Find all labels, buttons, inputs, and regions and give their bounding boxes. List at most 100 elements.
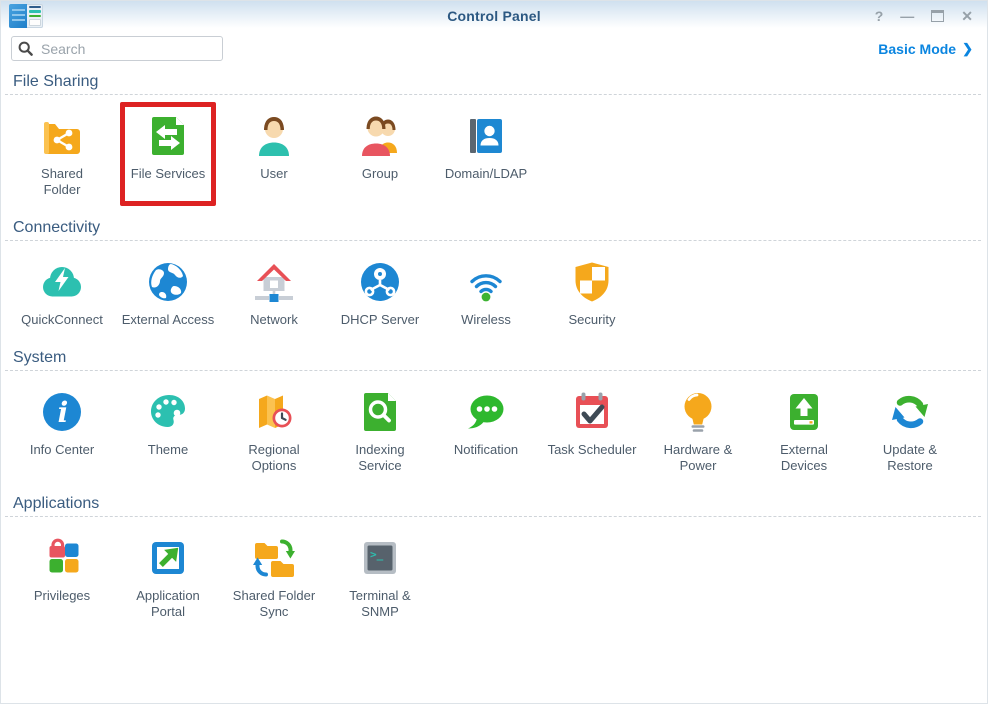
item-label: Group [362,166,398,182]
shared-folder-sync-icon [250,534,298,582]
item-privileges[interactable]: Privileges [9,524,115,628]
item-label: Theme [148,442,188,458]
basic-mode-link[interactable]: Basic Mode ❯ [878,41,973,57]
external-devices-icon [780,388,828,436]
item-quickconnect[interactable]: QuickConnect [9,248,115,336]
item-task-scheduler[interactable]: Task Scheduler [539,378,645,482]
terminal-snmp-icon: >_ [356,534,404,582]
section-grid: QuickConnect External Access N [1,241,987,339]
section-heading: Connectivity [13,218,975,237]
item-label: Shared Folder [41,166,83,198]
quickconnect-icon [38,258,86,306]
item-label: Shared Folder Sync [233,588,315,620]
item-file-services[interactable]: File Services [115,102,221,206]
group-icon [356,112,404,160]
item-label: Regional Options [248,442,299,474]
indexing-service-icon [356,388,404,436]
info-center-icon: i [38,388,86,436]
window-title: Control Panel [1,8,987,24]
item-group[interactable]: Group [327,102,433,206]
network-icon [250,258,298,306]
item-label: Task Scheduler [548,442,637,458]
item-theme[interactable]: Theme [115,378,221,482]
item-indexing-service[interactable]: Indexing Service [327,378,433,482]
item-label: Indexing Service [355,442,404,474]
section-grid: i Info Center Theme Regional Option [1,371,987,485]
section-connectivity: Connectivity QuickConnect External Acces… [1,218,987,339]
item-terminal-snmp[interactable]: >_ Terminal & SNMP [327,524,433,628]
item-label: Network [250,312,298,328]
item-label: External Devices [780,442,828,474]
section-grid: Privileges Application Portal [1,517,987,631]
section-heading: File Sharing [13,72,975,91]
item-label: Application Portal [136,588,200,620]
dhcp-server-icon [356,258,404,306]
item-shared-folder-sync[interactable]: Shared Folder Sync [221,524,327,628]
notification-icon [462,388,510,436]
search-input[interactable] [39,40,224,58]
shared-folder-icon [38,112,86,160]
item-domain-ldap[interactable]: Domain/LDAP [433,102,539,206]
item-label: Update & Restore [883,442,937,474]
item-shared-folder[interactable]: Shared Folder [9,102,115,206]
item-label: Wireless [461,312,511,328]
item-notification[interactable]: Notification [433,378,539,482]
chevron-right-icon: ❯ [962,41,973,57]
item-application-portal[interactable]: Application Portal [115,524,221,628]
wireless-icon [462,258,510,306]
item-label: QuickConnect [21,312,103,328]
external-access-icon [144,258,192,306]
item-external-access[interactable]: External Access [115,248,221,336]
item-user[interactable]: User [221,102,327,206]
hardware-power-icon [674,388,722,436]
item-label: Security [569,312,616,328]
item-label: File Services [131,166,205,182]
svg-text:i: i [58,396,69,429]
control-panel-app-icon [9,4,43,28]
regional-options-icon [250,388,298,436]
item-hardware-power[interactable]: Hardware & Power [645,378,751,482]
item-label: Hardware & Power [664,442,733,474]
item-label: External Access [122,312,215,328]
section-heading: Applications [13,494,975,513]
domain-ldap-icon [462,112,510,160]
item-info-center[interactable]: i Info Center [9,378,115,482]
item-label: Notification [454,442,518,458]
item-network[interactable]: Network [221,248,327,336]
task-scheduler-icon [568,388,616,436]
privileges-icon [38,534,86,582]
item-wireless[interactable]: Wireless [433,248,539,336]
theme-icon [144,388,192,436]
item-label: User [260,166,287,182]
item-label: Privileges [34,588,90,604]
close-icon[interactable]: ✕ [961,9,973,23]
section-system: System i Info Center Theme [1,348,987,485]
item-label: Info Center [30,442,94,458]
section-file-sharing: File Sharing Shared Folder File Services [1,72,987,209]
item-security[interactable]: Security [539,248,645,336]
minimize-icon[interactable]: — [900,9,914,23]
item-update-restore[interactable]: Update & Restore [857,378,963,482]
application-portal-icon [144,534,192,582]
toolbar: Basic Mode ❯ [1,31,987,63]
maximize-icon[interactable] [931,10,944,22]
search-icon [18,41,33,56]
file-services-icon [144,112,192,160]
section-heading: System [13,348,975,367]
update-restore-icon [886,388,934,436]
section-applications: Applications Privileges Applicatio [1,494,987,631]
section-grid: Shared Folder File Services User [1,95,987,209]
item-label: Domain/LDAP [445,166,527,182]
item-dhcp-server[interactable]: DHCP Server [327,248,433,336]
search-box[interactable] [11,36,223,61]
item-external-devices[interactable]: External Devices [751,378,857,482]
item-regional-options[interactable]: Regional Options [221,378,327,482]
item-label: DHCP Server [341,312,420,328]
security-icon [568,258,616,306]
basic-mode-label: Basic Mode [878,41,956,57]
item-label: Terminal & SNMP [349,588,410,620]
svg-text:>_: >_ [370,548,384,561]
title-bar: Control Panel ? — ✕ [1,1,987,31]
help-icon[interactable]: ? [875,9,884,23]
user-icon [250,112,298,160]
